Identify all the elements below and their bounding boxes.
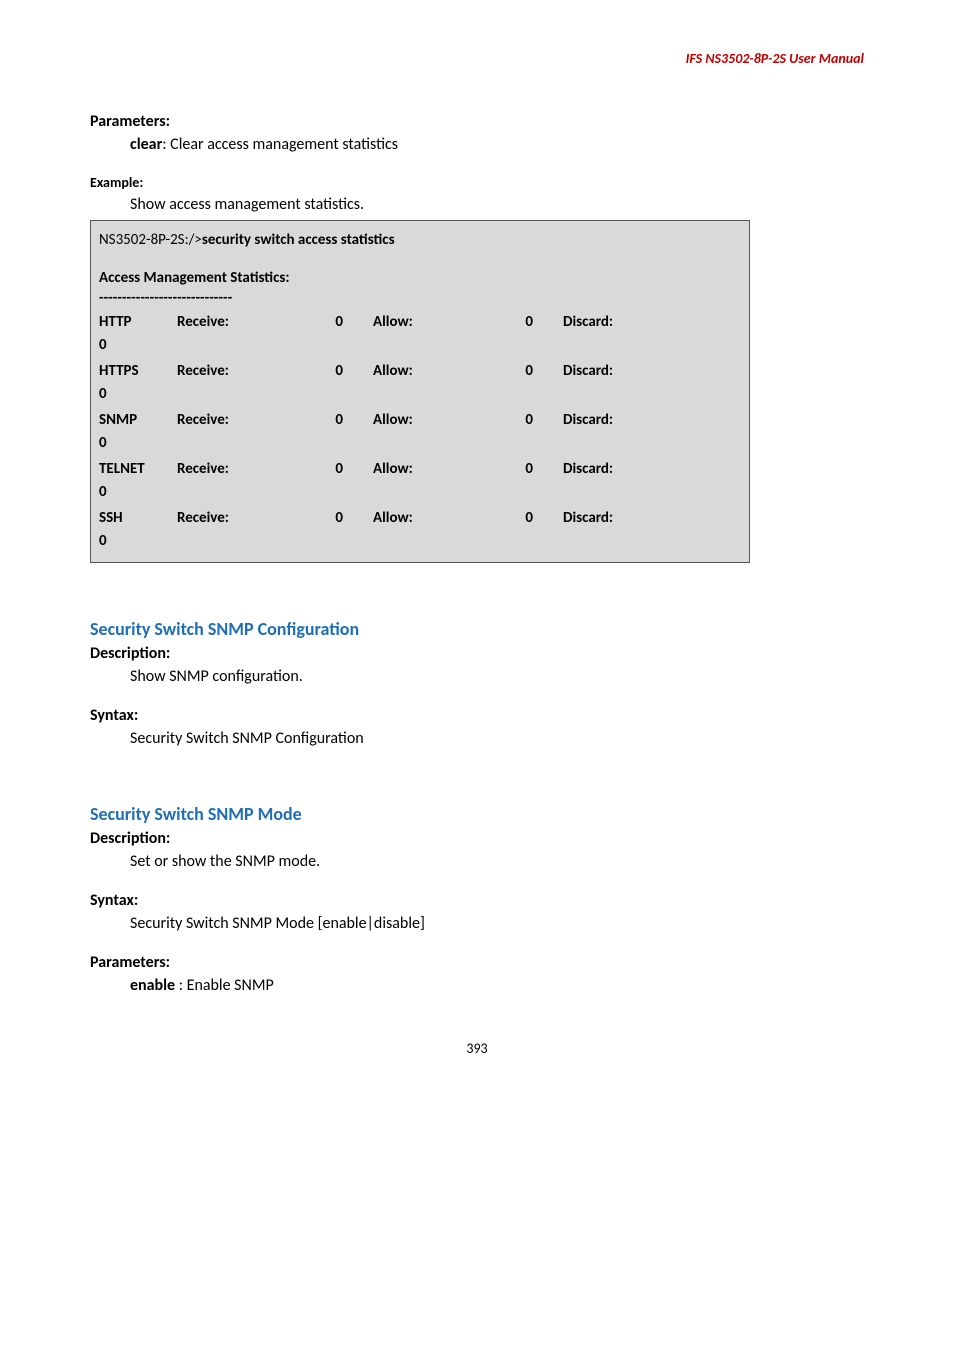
proto-cell: SNMP bbox=[99, 409, 177, 432]
desc-label: Description: bbox=[90, 644, 864, 663]
desc-text: Set or show the SNMP mode. bbox=[130, 852, 864, 871]
page-number: 393 bbox=[90, 1040, 864, 1057]
receive-label: Receive: bbox=[177, 458, 287, 481]
discard-label: Discard: bbox=[563, 360, 643, 383]
param-name: clear bbox=[130, 135, 162, 154]
discard-label: Discard: bbox=[563, 311, 643, 334]
receive-value: 0 bbox=[287, 458, 373, 481]
snmp-mode-heading: Security Switch SNMP Mode bbox=[90, 803, 864, 825]
discard-label: Discard: bbox=[563, 409, 643, 432]
stats-dashes: ----------------------------- bbox=[99, 289, 741, 307]
param-desc: : Enable SNMP bbox=[175, 976, 274, 995]
param-name: enable bbox=[130, 976, 175, 995]
table-row: HTTPS Receive: 0 Allow: 0 Discard: 0 bbox=[99, 360, 741, 405]
allow-value: 0 bbox=[453, 360, 563, 383]
allow-label: Allow: bbox=[373, 409, 453, 432]
receive-label: Receive: bbox=[177, 409, 287, 432]
receive-value: 0 bbox=[287, 507, 373, 530]
table-row: SSH Receive: 0 Allow: 0 Discard: 0 bbox=[99, 507, 741, 552]
discard-value: 0 bbox=[99, 481, 741, 504]
parameters-content: enable : Enable SNMP bbox=[130, 976, 864, 995]
syntax-label: Syntax: bbox=[90, 891, 864, 910]
example-desc: Show access management statistics. bbox=[130, 195, 864, 214]
proto-cell: SSH bbox=[99, 507, 177, 530]
allow-label: Allow: bbox=[373, 507, 453, 530]
table-row: HTTP Receive: 0 Allow: 0 Discard: 0 bbox=[99, 311, 741, 356]
syntax-text: Security Switch SNMP Configuration bbox=[130, 729, 864, 748]
syntax-label: Syntax: bbox=[90, 706, 864, 725]
receive-label: Receive: bbox=[177, 311, 287, 334]
param-desc: : Clear access management statistics bbox=[162, 135, 398, 154]
stats-box: NS3502-8P-2S:/>security switch access st… bbox=[90, 220, 750, 563]
proto-cell: HTTPS bbox=[99, 360, 177, 383]
discard-value: 0 bbox=[99, 530, 741, 553]
parameters-label: Parameters: bbox=[90, 953, 864, 972]
discard-value: 0 bbox=[99, 432, 741, 455]
proto-cell: HTTP bbox=[99, 311, 177, 334]
allow-value: 0 bbox=[453, 311, 563, 334]
discard-value: 0 bbox=[99, 334, 741, 357]
doc-header: IFS NS3502-8P-2S User Manual bbox=[90, 50, 864, 67]
stats-prompt: NS3502-8P-2S:/> bbox=[99, 231, 202, 249]
receive-value: 0 bbox=[287, 409, 373, 432]
stats-title: Access Management Statistics: bbox=[99, 269, 741, 287]
stats-command-line: NS3502-8P-2S:/>security switch access st… bbox=[99, 231, 741, 249]
allow-label: Allow: bbox=[373, 458, 453, 481]
receive-label: Receive: bbox=[177, 507, 287, 530]
receive-value: 0 bbox=[287, 360, 373, 383]
desc-text: Show SNMP configuration. bbox=[130, 667, 864, 686]
parameters-content: clear: Clear access management statistic… bbox=[130, 135, 864, 154]
example-label: Example: bbox=[90, 174, 864, 191]
discard-label: Discard: bbox=[563, 507, 643, 530]
table-row: SNMP Receive: 0 Allow: 0 Discard: 0 bbox=[99, 409, 741, 454]
snmp-config-heading: Security Switch SNMP Configuration bbox=[90, 618, 864, 640]
receive-label: Receive: bbox=[177, 360, 287, 383]
receive-value: 0 bbox=[287, 311, 373, 334]
proto-cell: TELNET bbox=[99, 458, 177, 481]
syntax-text: Security Switch SNMP Mode [enable|disabl… bbox=[130, 914, 864, 933]
allow-value: 0 bbox=[453, 409, 563, 432]
table-row: TELNET Receive: 0 Allow: 0 Discard: 0 bbox=[99, 458, 741, 503]
desc-label: Description: bbox=[90, 829, 864, 848]
allow-label: Allow: bbox=[373, 360, 453, 383]
allow-value: 0 bbox=[453, 507, 563, 530]
page-container: IFS NS3502-8P-2S User Manual Parameters:… bbox=[0, 0, 954, 1087]
allow-label: Allow: bbox=[373, 311, 453, 334]
discard-label: Discard: bbox=[563, 458, 643, 481]
allow-value: 0 bbox=[453, 458, 563, 481]
discard-value: 0 bbox=[99, 383, 741, 406]
stats-command: security switch access statistics bbox=[202, 231, 395, 249]
parameters-label: Parameters: bbox=[90, 112, 864, 131]
